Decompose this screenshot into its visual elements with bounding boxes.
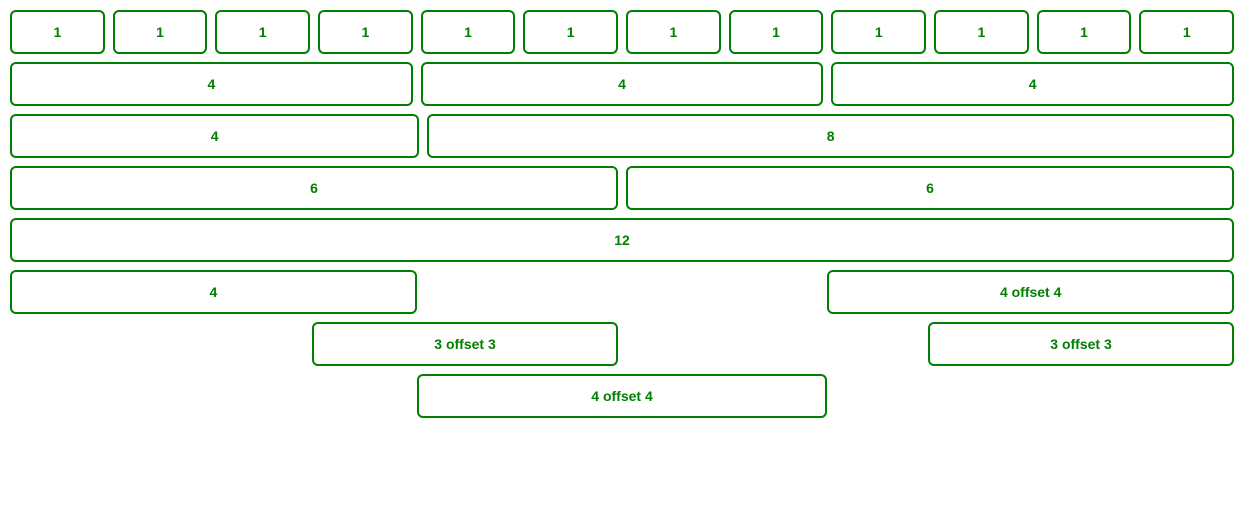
cell-1-6: 1 — [523, 10, 618, 54]
cell-4-2: 6 — [626, 166, 1234, 210]
cell-6-1: 4 — [10, 270, 417, 314]
cell-4-1: 6 — [10, 166, 618, 210]
row-2: 4 4 4 — [10, 62, 1234, 106]
cell-1-10: 1 — [934, 10, 1029, 54]
cell-2-1: 4 — [10, 62, 413, 106]
row-3: 4 8 — [10, 114, 1234, 158]
row-8: 4 offset 4 — [10, 374, 1234, 418]
cell-7-1: 3 offset 3 — [312, 322, 618, 366]
row-6: 4 4 offset 4 — [10, 270, 1234, 314]
cell-1-3: 1 — [215, 10, 310, 54]
cell-1-4: 1 — [318, 10, 413, 54]
cell-3-1: 4 — [10, 114, 419, 158]
cell-1-12: 1 — [1139, 10, 1234, 54]
row-5: 12 — [10, 218, 1234, 262]
cell-2-2: 4 — [421, 62, 824, 106]
grid-container: 1 1 1 1 1 1 1 1 1 1 1 1 4 4 4 4 8 6 6 12… — [10, 10, 1234, 418]
cell-1-11: 1 — [1037, 10, 1132, 54]
cell-6-2: 4 offset 4 — [827, 270, 1234, 314]
cell-1-5: 1 — [421, 10, 516, 54]
row-4: 6 6 — [10, 166, 1234, 210]
cell-1-9: 1 — [831, 10, 926, 54]
cell-3-2: 8 — [427, 114, 1234, 158]
cell-8-1: 4 offset 4 — [417, 374, 828, 418]
cell-1-7: 1 — [626, 10, 721, 54]
cell-1-1: 1 — [10, 10, 105, 54]
cell-7-2: 3 offset 3 — [928, 322, 1234, 366]
row-7: 3 offset 3 3 offset 3 — [10, 322, 1234, 366]
cell-2-3: 4 — [831, 62, 1234, 106]
cell-1-2: 1 — [113, 10, 208, 54]
cell-5-1: 12 — [10, 218, 1234, 262]
cell-1-8: 1 — [729, 10, 824, 54]
row-1: 1 1 1 1 1 1 1 1 1 1 1 1 — [10, 10, 1234, 54]
